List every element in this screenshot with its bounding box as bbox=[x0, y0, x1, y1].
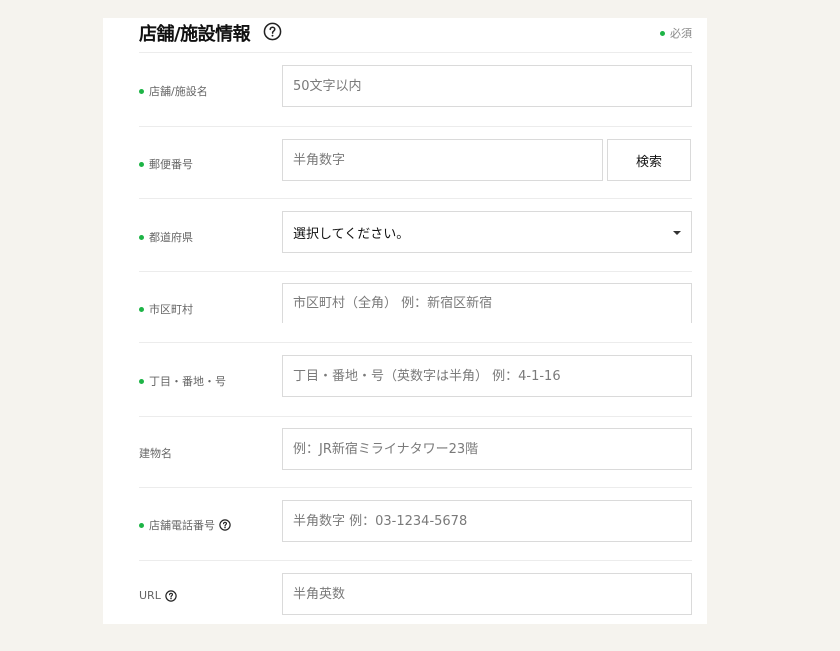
label-text: 店舗/施設名 bbox=[149, 85, 208, 98]
postal-search-button[interactable]: 検索 bbox=[607, 139, 691, 181]
city-input[interactable] bbox=[282, 283, 692, 323]
row-prefecture: 都道府県 選択してください。 bbox=[139, 199, 692, 272]
question-circle-icon[interactable] bbox=[263, 22, 282, 41]
row-postal-code: 郵便番号 検索 bbox=[139, 127, 692, 199]
postal-code-input[interactable] bbox=[282, 139, 603, 181]
label-prefecture: 都道府県 bbox=[139, 229, 193, 245]
url-input[interactable] bbox=[282, 573, 692, 615]
caret-down-icon bbox=[673, 231, 681, 235]
label-address: 丁目・番地・号 bbox=[139, 373, 226, 389]
question-circle-icon[interactable] bbox=[219, 519, 231, 531]
green-dot-icon bbox=[139, 234, 144, 240]
store-info-card: 店舗/施設情報 必須 店舗/施設名 郵便番号 検索 都道府県 bbox=[103, 18, 707, 624]
label-text: 都道府県 bbox=[149, 231, 193, 244]
building-input[interactable] bbox=[282, 428, 692, 470]
row-url: URL bbox=[139, 561, 692, 624]
green-dot-icon bbox=[139, 306, 144, 312]
label-text: 建物名 bbox=[139, 447, 172, 460]
label-text: 丁目・番地・号 bbox=[149, 375, 226, 388]
label-text: 郵便番号 bbox=[149, 158, 193, 171]
label-text: URL bbox=[139, 589, 161, 602]
green-dot-icon bbox=[139, 378, 144, 384]
row-store-name: 店舗/施設名 bbox=[139, 53, 692, 127]
label-postal-code: 郵便番号 bbox=[139, 156, 193, 172]
green-dot-icon bbox=[139, 522, 144, 528]
row-phone: 店舗電話番号 bbox=[139, 488, 692, 561]
section-header: 店舗/施設情報 必須 bbox=[139, 18, 692, 53]
label-building: 建物名 bbox=[139, 445, 172, 461]
section-title: 店舗/施設情報 bbox=[139, 24, 251, 45]
question-circle-icon[interactable] bbox=[165, 589, 177, 602]
row-address: 丁目・番地・号 bbox=[139, 343, 692, 417]
label-text: 市区町村 bbox=[149, 303, 193, 316]
phone-input[interactable] bbox=[282, 500, 692, 542]
label-url: URL bbox=[139, 589, 177, 602]
label-store-name: 店舗/施設名 bbox=[139, 83, 208, 99]
required-legend-text: 必須 bbox=[670, 27, 692, 40]
label-city: 市区町村 bbox=[139, 301, 193, 317]
row-building: 建物名 bbox=[139, 417, 692, 488]
required-legend: 必須 bbox=[660, 25, 692, 41]
green-dot-icon bbox=[660, 30, 665, 36]
address-input[interactable] bbox=[282, 355, 692, 397]
store-name-input[interactable] bbox=[282, 65, 692, 107]
green-dot-icon bbox=[139, 161, 144, 167]
prefecture-selected-value: 選択してください。 bbox=[293, 226, 410, 242]
label-text: 店舗電話番号 bbox=[149, 519, 215, 532]
row-city: 市区町村 bbox=[139, 272, 692, 343]
label-phone: 店舗電話番号 bbox=[139, 517, 231, 533]
green-dot-icon bbox=[139, 88, 144, 94]
prefecture-select[interactable]: 選択してください。 bbox=[282, 211, 692, 253]
